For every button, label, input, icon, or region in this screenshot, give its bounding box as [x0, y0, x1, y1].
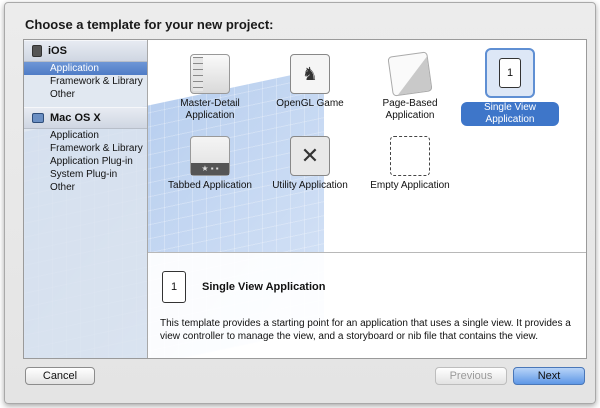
template-empty[interactable]: Empty Application: [361, 136, 459, 192]
page-based-icon: [387, 51, 433, 97]
template-label: Single View Application: [461, 102, 559, 126]
previous-button[interactable]: Previous: [435, 367, 507, 385]
empty-icon: [390, 136, 430, 176]
template-label: Tabbed Application: [168, 180, 252, 191]
cancel-button[interactable]: Cancel: [25, 367, 95, 385]
template-master-detail[interactable]: Master-Detail Application: [161, 54, 259, 122]
template-label: Empty Application: [370, 180, 450, 191]
sidebar-item-ios-framework-library[interactable]: Framework & Library: [24, 75, 147, 88]
iphone-icon: [32, 45, 42, 57]
sidebar-item-mac-system-plugin[interactable]: System Plug-in: [24, 168, 147, 181]
dialog-title: Choose a template for your new project:: [25, 17, 274, 32]
template-tabbed[interactable]: Tabbed Application: [161, 136, 259, 192]
sidebar-item-mac-other[interactable]: Other: [24, 181, 147, 194]
sidebar-item-mac-application[interactable]: Application: [24, 129, 147, 142]
template-utility[interactable]: ✕ Utility Application: [261, 136, 359, 192]
sidebar-item-ios-other[interactable]: Other: [24, 88, 147, 101]
template-grid: Master-Detail Application ♞ OpenGL Game …: [148, 40, 586, 252]
tabbed-icon: [190, 136, 230, 176]
template-label: Master-Detail Application: [180, 98, 240, 121]
sidebar-section-ios[interactable]: iOS: [24, 40, 147, 62]
next-button[interactable]: Next: [513, 367, 585, 385]
sidebar-section-label: iOS: [48, 45, 67, 57]
template-label: OpenGL Game: [276, 98, 344, 109]
sidebar-item-ios-application[interactable]: Application: [24, 62, 147, 75]
mac-icon: [32, 113, 44, 123]
single-view-icon-frame: 1: [485, 48, 535, 98]
template-label: Page-Based Application: [382, 98, 438, 121]
sidebar-item-mac-framework-library[interactable]: Framework & Library: [24, 142, 147, 155]
single-view-icon: 1: [162, 271, 186, 303]
utility-icon: ✕: [290, 136, 330, 176]
template-opengl-game[interactable]: ♞ OpenGL Game: [261, 54, 359, 110]
template-description-panel: 1 Single View Application This template …: [148, 252, 586, 358]
sidebar-section-macosx[interactable]: Mac OS X: [24, 107, 147, 129]
template-page-based[interactable]: Page-Based Application: [361, 51, 459, 122]
opengl-game-icon: ♞: [290, 54, 330, 94]
template-single-view[interactable]: 1 Single View Application: [461, 48, 559, 126]
single-view-icon: 1: [499, 58, 521, 88]
description-title: Single View Application: [202, 281, 326, 293]
new-project-dialog: Choose a template for your new project: …: [4, 2, 596, 404]
template-chooser: iOS Application Framework & Library Othe…: [23, 39, 587, 359]
template-sidebar: iOS Application Framework & Library Othe…: [24, 40, 148, 358]
sidebar-item-mac-application-plugin[interactable]: Application Plug-in: [24, 155, 147, 168]
master-detail-icon: [190, 54, 230, 94]
template-label: Utility Application: [272, 180, 348, 191]
description-text: This template provides a starting point …: [160, 318, 571, 342]
sidebar-section-label: Mac OS X: [50, 112, 101, 124]
